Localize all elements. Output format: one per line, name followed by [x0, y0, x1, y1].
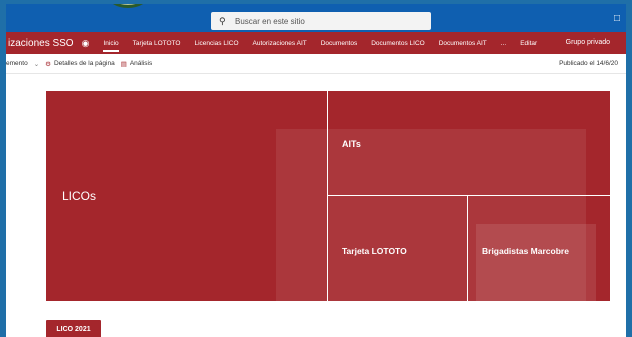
site-title[interactable]: izaciones SSO — [8, 38, 74, 49]
nav-item-inicio[interactable]: Inicio — [103, 40, 119, 52]
nav-item-tarjeta-lototo[interactable]: Tarjeta LOTOTO — [133, 40, 181, 47]
toolbar-partial-item[interactable]: emento — [6, 60, 28, 67]
search-input[interactable]: ⚲ Buscar en este sitio — [211, 12, 431, 30]
tile-brigadistas[interactable]: Brigadistas Marcobre — [468, 196, 610, 301]
chart-icon: ▤ — [120, 60, 127, 68]
nav-item-documentos-lico[interactable]: Documentos LICO — [371, 40, 424, 47]
page-toolbar: emento ⌄ ⚙ Detalles de la página ▤ Análi… — [6, 54, 626, 74]
nav-item-autorizaciones-ait[interactable]: Autorizaciones AIT — [253, 40, 307, 47]
lico-2021-button[interactable]: LICO 2021 — [46, 320, 101, 337]
analysis-button[interactable]: Análisis — [130, 60, 152, 67]
circle-overlay — [98, 4, 158, 8]
page-details-button[interactable]: Detalles de la página — [54, 60, 115, 67]
top-bar: ⚲ Buscar en este sitio □ — [6, 4, 626, 32]
nav-item-editar[interactable]: Editar — [520, 40, 537, 47]
tile-aits[interactable]: AITs — [328, 91, 610, 195]
published-date: Publicado el 14/6/20 — [559, 60, 618, 67]
globe-icon: ◉ — [81, 37, 90, 48]
nav-item-documentos[interactable]: Documentos — [321, 40, 358, 47]
hero-tiles: LICOs AITs Tarjeta LOTOTO Brigadistas Ma… — [46, 91, 610, 301]
nav-item-more[interactable]: ... — [501, 40, 506, 47]
group-label: Grupo privado — [565, 39, 610, 46]
browser-frame: ⚲ Buscar en este sitio □ izaciones SSO ◉… — [0, 0, 632, 337]
tile-tarjeta-lototo[interactable]: Tarjeta LOTOTO — [328, 196, 467, 301]
tile-brigadistas-label: Brigadistas Marcobre — [482, 246, 569, 256]
nav-item-licencias-lico[interactable]: Licencias LICO — [194, 40, 238, 47]
tile-licos[interactable]: LICOs — [46, 91, 327, 301]
chevron-down-icon[interactable]: ⌄ — [34, 60, 39, 68]
tile-licos-label: LICOs — [62, 189, 97, 203]
page-content: LICOs AITs Tarjeta LOTOTO Brigadistas Ma… — [6, 74, 626, 337]
site-navbar: izaciones SSO ◉ Inicio Tarjeta LOTOTO Li… — [6, 32, 626, 54]
search-placeholder: Buscar en este sitio — [235, 16, 305, 26]
gear-icon: ⚙ — [45, 60, 51, 68]
search-icon: ⚲ — [219, 16, 226, 26]
tile-aits-label: AITs — [342, 139, 361, 149]
tile-lototo-label: Tarjeta LOTOTO — [342, 246, 407, 256]
nav-item-documentos-ait[interactable]: Documentos AIT — [439, 40, 487, 47]
share-icon[interactable]: □ — [614, 13, 620, 24]
